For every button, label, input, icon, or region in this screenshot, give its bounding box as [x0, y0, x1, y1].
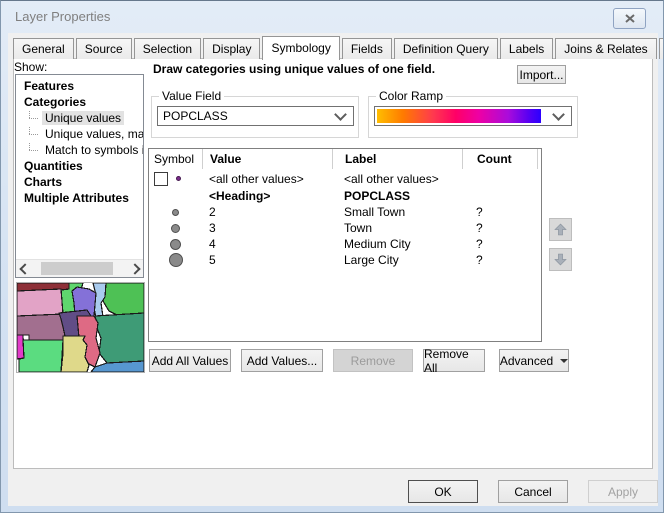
states-preview-image [17, 283, 144, 372]
scroll-left-button[interactable] [16, 260, 33, 277]
close-button[interactable] [613, 8, 646, 29]
column-count: Count [462, 149, 537, 169]
point-symbol-icon[interactable] [169, 253, 183, 267]
move-down-button[interactable] [549, 248, 572, 271]
add-values-button[interactable]: Add Values... [241, 349, 323, 372]
table-header: Symbol Value Label Count [149, 149, 541, 169]
move-up-button[interactable] [549, 218, 572, 241]
point-symbol-icon[interactable] [171, 224, 180, 233]
tab-fields[interactable]: Fields [342, 38, 392, 59]
point-symbol-icon[interactable] [170, 239, 181, 250]
tree-item-match-to-symbols[interactable]: Match to symbols in a [16, 142, 143, 158]
column-symbol: Symbol [149, 149, 202, 169]
table-row[interactable]: 5 Large City ? [149, 252, 541, 268]
add-all-values-button[interactable]: Add All Values [149, 349, 231, 372]
tree-item-categories[interactable]: Categories [16, 94, 143, 110]
window-title: Layer Properties [15, 1, 110, 33]
chevron-right-icon [129, 263, 140, 274]
remove-all-button[interactable]: Remove All [423, 349, 485, 372]
tab-general[interactable]: General [13, 38, 74, 59]
panel-heading: Draw categories using unique values of o… [153, 62, 435, 76]
tree-item-unique-values[interactable]: Unique values [16, 110, 143, 126]
layer-properties-dialog: Layer Properties General Source Selectio… [0, 0, 664, 513]
remove-button: Remove [333, 349, 413, 372]
color-ramp-dropdown[interactable] [374, 106, 572, 126]
column-value: Value [202, 149, 332, 169]
chevron-down-icon [552, 108, 565, 121]
value-field-value: POPCLASS [163, 109, 228, 123]
tab-labels[interactable]: Labels [500, 38, 553, 59]
tab-strip: General Source Selection Display Symbolo… [13, 35, 664, 59]
table-row[interactable]: <all other values> <all other values> [149, 169, 541, 188]
caret-down-icon [560, 359, 568, 363]
tab-selection[interactable]: Selection [134, 38, 201, 59]
tab-joins-relates[interactable]: Joins & Relates [555, 38, 656, 59]
ok-button[interactable]: OK [408, 480, 478, 503]
value-field-label: Value Field [159, 89, 224, 103]
tree-item-charts[interactable]: Charts [16, 174, 143, 190]
scrollbar-thumb[interactable] [41, 262, 113, 275]
tree-item-quantities[interactable]: Quantities [16, 158, 143, 174]
import-button[interactable]: Import... [517, 65, 566, 84]
show-label: Show: [14, 60, 47, 74]
tab-source[interactable]: Source [76, 38, 132, 59]
tab-time[interactable]: Time [659, 38, 664, 59]
table-row[interactable]: 3 Town ? [149, 220, 541, 236]
close-icon [625, 12, 635, 26]
tab-definition-query[interactable]: Definition Query [394, 38, 498, 59]
unique-values-table: Symbol Value Label Count <all other valu… [148, 148, 542, 342]
point-symbol-icon [176, 176, 181, 181]
table-row[interactable]: 2 Small Town ? [149, 204, 541, 220]
advanced-button[interactable]: Advanced [499, 349, 569, 372]
tree-item-multiple-attributes[interactable]: Multiple Attributes [16, 190, 143, 206]
scroll-right-button[interactable] [126, 260, 143, 277]
table-row[interactable]: 4 Medium City ? [149, 236, 541, 252]
point-symbol-icon[interactable] [172, 209, 179, 216]
chevron-left-icon [19, 263, 30, 274]
map-preview [16, 282, 145, 373]
table-row[interactable]: <Heading> POPCLASS [149, 188, 541, 204]
tree-item-unique-values-many[interactable]: Unique values, many [16, 126, 143, 142]
color-ramp-label: Color Ramp [376, 89, 446, 103]
apply-button: Apply [588, 480, 658, 503]
arrow-up-icon [553, 222, 568, 237]
color-ramp-swatch [377, 109, 541, 123]
chevron-down-icon [334, 108, 347, 121]
column-label: Label [332, 149, 462, 169]
show-tree: Features Categories Unique values Unique… [15, 74, 144, 278]
cancel-button[interactable]: Cancel [498, 480, 568, 503]
tree-horizontal-scrollbar[interactable] [16, 259, 143, 277]
tab-display[interactable]: Display [203, 38, 260, 59]
all-other-values-checkbox[interactable] [154, 172, 168, 186]
arrow-down-icon [553, 252, 568, 267]
tree-item-features[interactable]: Features [16, 78, 143, 94]
value-field-dropdown[interactable]: POPCLASS [157, 106, 354, 126]
tab-symbology[interactable]: Symbology [262, 36, 339, 60]
